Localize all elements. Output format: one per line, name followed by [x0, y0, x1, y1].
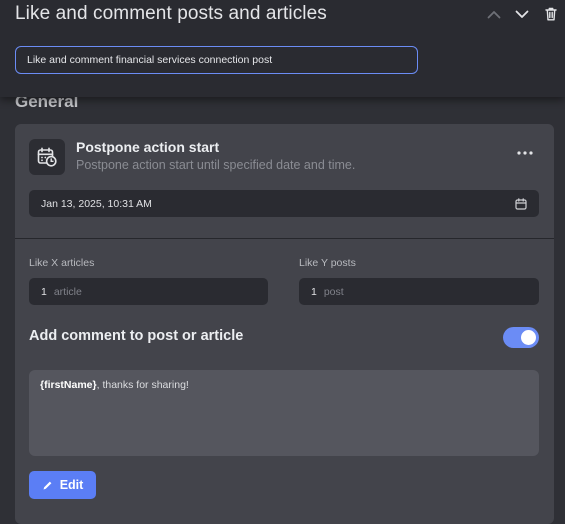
comment-text: , thanks for sharing! — [96, 379, 189, 391]
add-comment-toggle[interactable] — [503, 327, 539, 348]
comment-text-box[interactable]: {firstName}, thanks for sharing! — [29, 370, 539, 456]
chevron-down-icon[interactable] — [513, 5, 531, 23]
toggle-knob — [521, 330, 536, 345]
action-card: Postpone action start Postpone action st… — [15, 124, 554, 524]
step-name-input[interactable] — [15, 46, 418, 74]
like-posts-unit: post — [323, 285, 344, 298]
step-header: Like and comment posts and articles — [0, 0, 565, 97]
more-options-icon[interactable] — [513, 145, 537, 161]
like-posts-label: Like Y posts — [299, 257, 356, 269]
date-value: Jan 13, 2025, 10:31 AM — [41, 197, 152, 210]
pencil-icon — [43, 481, 52, 489]
comment-variable: {firstName} — [40, 379, 97, 391]
trash-icon[interactable] — [542, 5, 560, 23]
add-comment-title: Add comment to post or article — [29, 328, 244, 344]
like-articles-input[interactable]: 1 article — [29, 278, 268, 305]
like-posts-value: 1 — [311, 285, 317, 298]
calendar-icon[interactable] — [515, 197, 527, 210]
like-posts-input[interactable]: 1 post — [299, 278, 539, 305]
action-title: Postpone action start — [76, 139, 220, 155]
like-articles-unit: article — [53, 285, 82, 298]
action-description: Postpone action start until specified da… — [76, 158, 356, 172]
edit-button-label: Edit — [59, 478, 84, 492]
step-title: Like and comment posts and articles — [15, 3, 327, 24]
action-icon-container — [29, 139, 65, 175]
like-articles-value: 1 — [41, 285, 47, 298]
edit-button[interactable]: Edit — [29, 471, 96, 499]
calendar-clock-icon — [37, 147, 57, 167]
section-divider — [15, 238, 554, 239]
like-articles-label: Like X articles — [29, 257, 95, 269]
chevron-up-icon[interactable] — [485, 5, 503, 23]
postpone-date-field[interactable]: Jan 13, 2025, 10:31 AM — [29, 190, 539, 217]
